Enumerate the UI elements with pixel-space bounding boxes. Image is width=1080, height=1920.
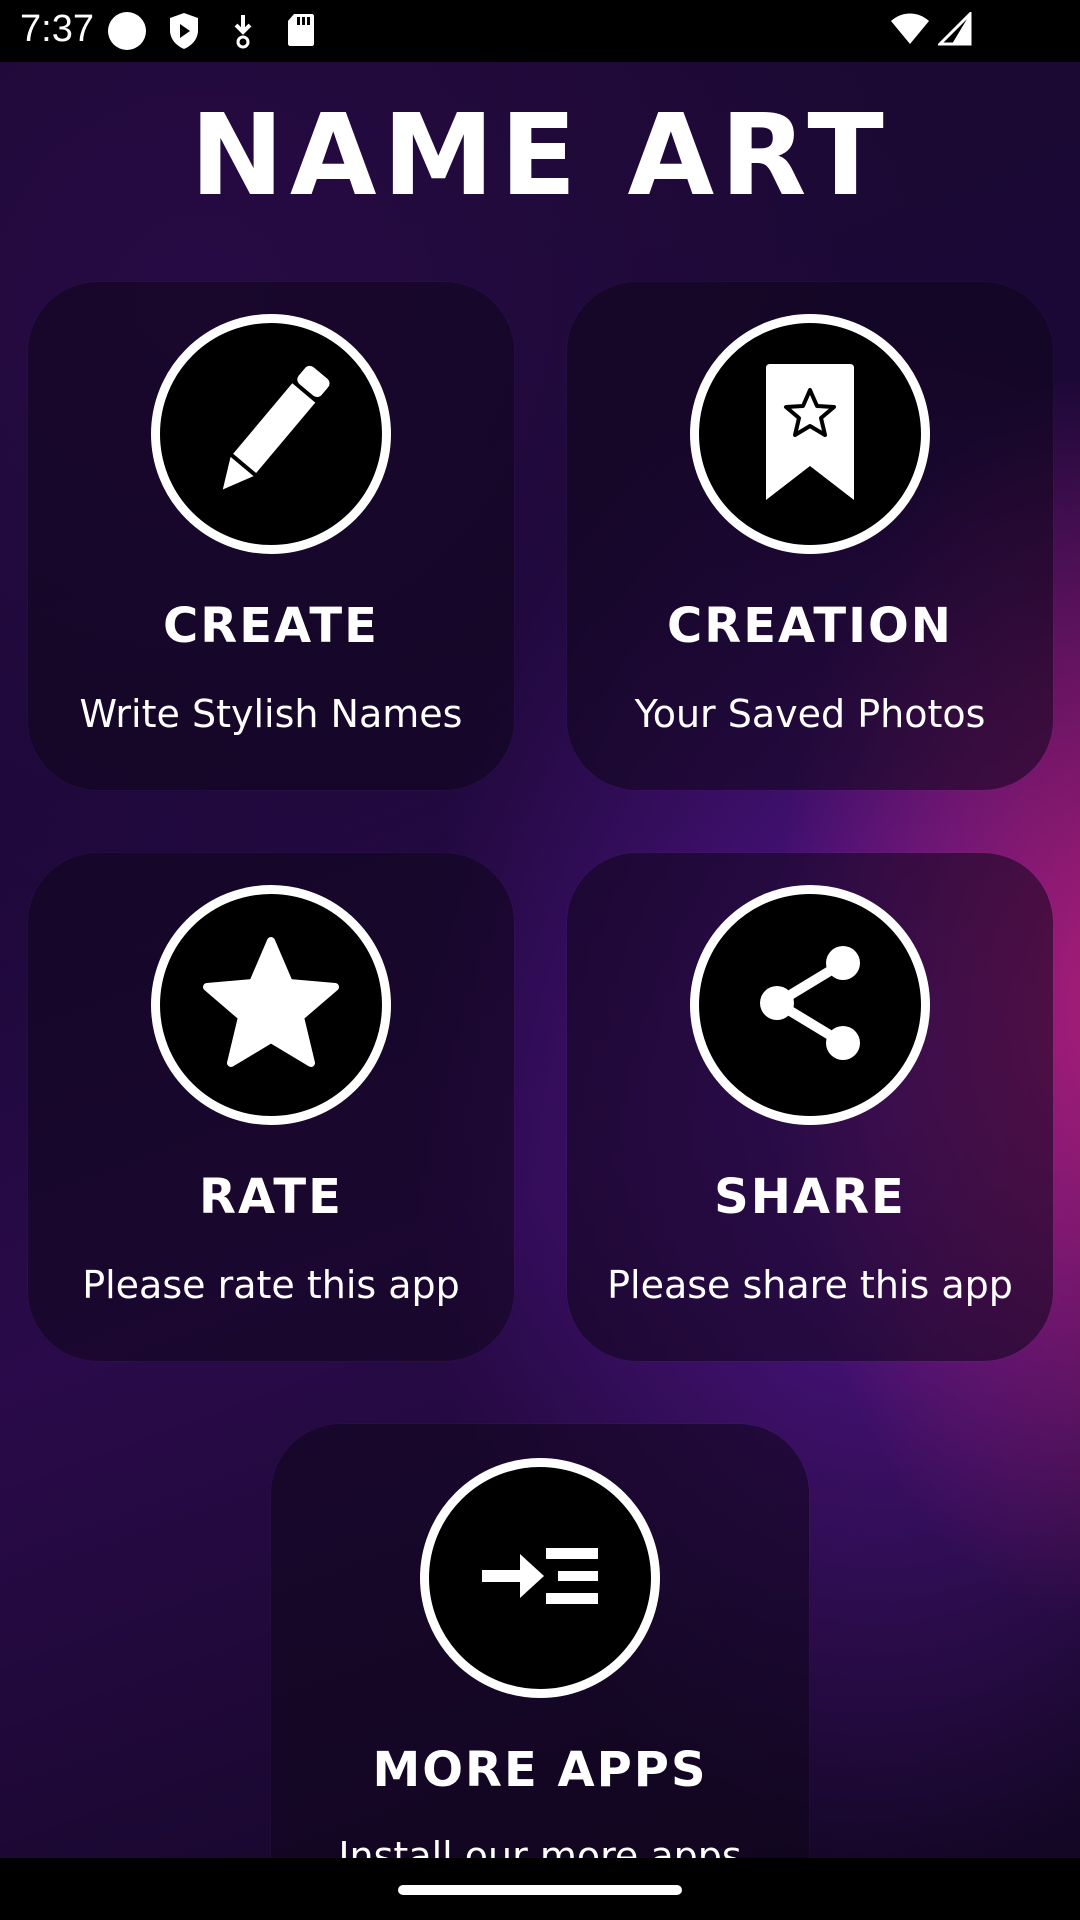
download-icon	[228, 12, 258, 54]
share-card[interactable]: SHARE Please share this app	[567, 853, 1053, 1361]
more-apps-icon-circle	[420, 1458, 660, 1698]
creation-card[interactable]: CREATION Your Saved Photos	[567, 282, 1053, 790]
more-apps-card[interactable]: MORE APPS Install our more apps	[271, 1424, 809, 1920]
star-icon	[201, 935, 341, 1075]
rate-card[interactable]: RATE Please rate this app	[28, 853, 514, 1361]
notification-dot-icon	[108, 12, 146, 50]
navigation-bar	[0, 1858, 1080, 1920]
creation-icon-circle	[690, 314, 930, 554]
creation-subtitle: Your Saved Photos	[634, 692, 986, 736]
wifi-icon	[890, 12, 930, 50]
create-card[interactable]: CREATE Write Stylish Names	[28, 282, 514, 790]
home-gesture-handle[interactable]	[398, 1885, 682, 1895]
more-apps-icon	[480, 1544, 600, 1612]
creation-title: CREATION	[667, 598, 953, 654]
app-title: NAME ART	[190, 91, 890, 221]
create-subtitle: Write Stylish Names	[79, 692, 463, 736]
rate-title: RATE	[199, 1169, 343, 1225]
create-icon-circle	[151, 314, 391, 554]
more-apps-title: MORE APPS	[372, 1742, 708, 1798]
sd-card-icon	[286, 12, 316, 52]
status-time: 7:37	[20, 8, 94, 50]
signal-icon	[936, 10, 972, 50]
app-screen: 7:37 NAME ART CREATE Write Stylish Names…	[0, 0, 1080, 1920]
share-icon	[755, 943, 865, 1067]
bookmark-star-icon	[760, 362, 860, 506]
pencil-icon	[201, 357, 341, 511]
share-subtitle: Please share this app	[607, 1263, 1013, 1307]
rate-subtitle: Please rate this app	[82, 1263, 460, 1307]
shield-play-icon	[168, 12, 200, 54]
create-title: CREATE	[163, 598, 379, 654]
share-title: SHARE	[714, 1169, 906, 1225]
status-bar: 7:37	[0, 0, 1080, 62]
share-icon-circle	[690, 885, 930, 1125]
rate-icon-circle	[151, 885, 391, 1125]
